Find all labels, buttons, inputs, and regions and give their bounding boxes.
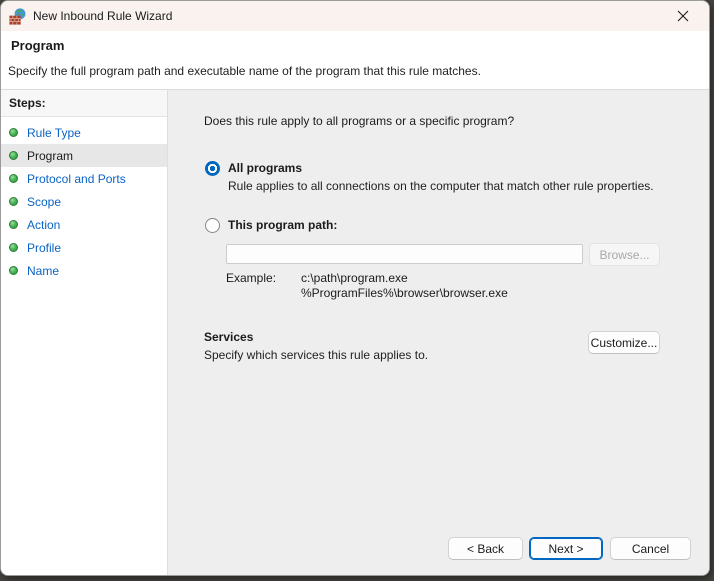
example-line-1: c:\path\program.exe	[301, 271, 408, 285]
all-programs-description: Rule applies to all connections on the c…	[228, 179, 654, 193]
main-panel: Does this rule apply to all programs or …	[168, 90, 709, 575]
example-line-2: %ProgramFiles%\browser\browser.exe	[301, 286, 508, 300]
program-path-radio[interactable]	[205, 218, 220, 233]
step-label: Action	[27, 217, 61, 232]
page-subtitle: Specify the full program path and execut…	[8, 64, 481, 78]
browse-button[interactable]: Browse...	[589, 243, 660, 266]
step-item-action[interactable]: Action	[1, 213, 167, 236]
green-dot-icon	[9, 266, 18, 275]
green-dot-icon	[9, 220, 18, 229]
step-item-protocol-and-ports[interactable]: Protocol and Ports	[1, 167, 167, 190]
example-label: Example:	[226, 271, 277, 285]
wizard-window: New Inbound Rule Wizard Program Specify …	[0, 0, 710, 576]
green-dot-icon	[9, 243, 18, 252]
customize-button[interactable]: Customize...	[588, 331, 660, 354]
all-programs-label[interactable]: All programs	[228, 161, 302, 175]
step-label: Name	[27, 263, 60, 278]
window-title: New Inbound Rule Wizard	[33, 9, 173, 23]
step-item-rule-type[interactable]: Rule Type	[1, 121, 167, 144]
step-item-scope[interactable]: Scope	[1, 190, 167, 213]
question-text: Does this rule apply to all programs or …	[204, 114, 515, 128]
step-item-profile[interactable]: Profile	[1, 236, 167, 259]
firewall-icon	[9, 7, 26, 25]
program-path-label[interactable]: This program path:	[228, 218, 337, 232]
all-programs-radio[interactable]	[205, 161, 220, 176]
wizard-body: Steps: Rule Type Program Protocol and Po…	[1, 90, 709, 575]
close-icon	[677, 10, 689, 22]
cancel-button[interactable]: Cancel	[610, 537, 691, 560]
services-description: Specify which services this rule applies…	[204, 348, 429, 362]
green-dot-icon	[9, 151, 18, 160]
wizard-header: Program Specify the full program path an…	[1, 31, 709, 90]
green-dot-icon	[9, 128, 18, 137]
next-button[interactable]: Next >	[529, 537, 603, 560]
steps-list: Rule Type Program Protocol and Ports Sco…	[1, 117, 167, 282]
back-button[interactable]: < Back	[448, 537, 523, 560]
step-item-program[interactable]: Program	[1, 144, 167, 167]
steps-panel: Steps: Rule Type Program Protocol and Po…	[1, 90, 168, 575]
green-dot-icon	[9, 174, 18, 183]
step-label: Program	[27, 148, 74, 163]
page-title: Program	[11, 38, 65, 53]
example-lines: c:\path\program.exe %ProgramFiles%\brows…	[301, 271, 508, 301]
step-label: Rule Type	[27, 125, 81, 140]
step-item-name[interactable]: Name	[1, 259, 167, 282]
program-path-input[interactable]	[226, 244, 583, 264]
steps-heading: Steps:	[1, 90, 167, 117]
step-label: Protocol and Ports	[27, 171, 126, 186]
titlebar: New Inbound Rule Wizard	[1, 1, 709, 31]
step-label: Profile	[27, 240, 62, 255]
close-button[interactable]	[661, 1, 705, 31]
services-title: Services	[204, 330, 254, 344]
step-label: Scope	[27, 194, 62, 209]
green-dot-icon	[9, 197, 18, 206]
